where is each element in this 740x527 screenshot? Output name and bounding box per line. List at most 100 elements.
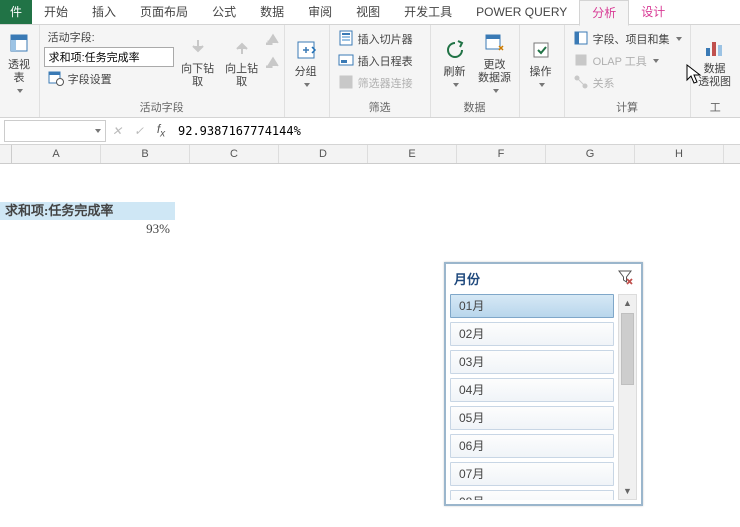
tab-developer[interactable]: 开发工具 xyxy=(392,0,464,24)
collapse-icon xyxy=(266,56,280,71)
col-header[interactable]: H xyxy=(635,145,724,163)
refresh-button[interactable]: 刷新 xyxy=(435,27,475,97)
tab-view[interactable]: 视图 xyxy=(344,0,392,24)
chevron-down-icon xyxy=(17,89,23,93)
tab-page-layout[interactable]: 页面布局 xyxy=(128,0,200,24)
slicer-item[interactable]: 07月 xyxy=(450,462,614,486)
change-data-source-button[interactable]: 更改 数据源 xyxy=(475,27,515,97)
pivot-table-label: 透视表 xyxy=(4,59,34,85)
actions-button[interactable]: 操作 xyxy=(524,27,558,97)
active-field-label: 活动字段: xyxy=(44,29,174,45)
olap-tools-button: OLAP 工具 xyxy=(569,51,686,71)
change-source-label: 更改 数据源 xyxy=(478,59,511,85)
group-tools: 工 xyxy=(695,101,736,117)
data-source-icon xyxy=(483,31,507,55)
insert-timeline-button[interactable]: 插入日程表 xyxy=(334,51,417,71)
pivot-table-icon xyxy=(7,31,31,55)
insert-timeline-label: 插入日程表 xyxy=(358,53,413,69)
col-header[interactable]: F xyxy=(457,145,546,163)
insert-slicer-label: 插入切片器 xyxy=(358,31,413,47)
scroll-thumb[interactable] xyxy=(621,313,634,385)
tab-file[interactable]: 件 xyxy=(0,0,32,24)
slicer-item[interactable]: 01月 xyxy=(450,294,614,318)
group-button[interactable]: 分组 xyxy=(289,27,323,97)
fx-icon[interactable]: fx xyxy=(150,122,172,139)
refresh-icon xyxy=(443,38,467,62)
chevron-down-icon xyxy=(676,37,682,41)
tab-home[interactable]: 开始 xyxy=(32,0,80,24)
drill-up-label: 向上钻 取 xyxy=(225,63,258,89)
arrow-down-icon xyxy=(186,35,210,59)
arrow-up-icon xyxy=(230,35,254,59)
slicer-item[interactable]: 05月 xyxy=(450,406,614,430)
tab-power-query[interactable]: POWER QUERY xyxy=(464,0,579,24)
pivot-chart-icon xyxy=(703,35,727,59)
scroll-up-icon[interactable]: ▲ xyxy=(619,295,636,311)
cell-a4[interactable]: 93% xyxy=(0,220,175,238)
olap-icon xyxy=(573,52,589,71)
slicer-item[interactable]: 08月 xyxy=(450,490,614,500)
cell-a3[interactable]: 求和项:任务完成率 xyxy=(0,202,175,220)
olap-label: OLAP 工具 xyxy=(593,53,647,69)
ribbon-tabs: 件 开始 插入 页面布局 公式 数据 审阅 视图 开发工具 POWER QUER… xyxy=(0,0,740,25)
group-data: 数据 xyxy=(435,101,515,117)
cancel-icon: ✕ xyxy=(106,124,128,138)
slicer-item[interactable]: 06月 xyxy=(450,434,614,458)
drill-down-button: 向下钻取 xyxy=(178,27,218,97)
pivot-chart-button[interactable]: 数据 透视图 xyxy=(695,27,735,97)
actions-icon xyxy=(529,38,553,62)
drill-down-label: 向下钻取 xyxy=(178,63,218,89)
pivot-table-button[interactable]: 透视表 xyxy=(4,27,34,97)
tab-analyze[interactable]: 分析 xyxy=(579,0,629,26)
field-settings-icon xyxy=(48,70,64,89)
col-header[interactable]: C xyxy=(190,145,279,163)
column-headers: A B C D E F G H xyxy=(0,145,740,164)
chevron-down-icon xyxy=(653,59,659,63)
slicer[interactable]: 月份 01月 02月 03月 04月 05月 06月 07月 08月 ▲ ▼ xyxy=(444,262,643,506)
filter-connections-button: 筛选器连接 xyxy=(334,73,417,93)
name-box[interactable] xyxy=(4,120,106,142)
clear-filter-icon[interactable] xyxy=(617,269,633,288)
tab-insert[interactable]: 插入 xyxy=(80,0,128,24)
select-all-corner[interactable] xyxy=(0,145,12,163)
enter-icon: ✓ xyxy=(128,124,150,138)
field-settings-label: 字段设置 xyxy=(68,71,112,87)
slicer-title: 月份 xyxy=(454,269,480,288)
col-header[interactable]: B xyxy=(101,145,190,163)
relationships-label: 关系 xyxy=(593,75,615,91)
tab-review[interactable]: 审阅 xyxy=(296,0,344,24)
chevron-down-icon xyxy=(304,83,310,87)
fields-items-label: 字段、项目和集 xyxy=(593,31,670,47)
slicer-header[interactable]: 月份 xyxy=(446,264,641,292)
field-settings-button[interactable]: 字段设置 xyxy=(44,69,174,89)
col-header[interactable]: E xyxy=(368,145,457,163)
expand-icon xyxy=(266,33,280,48)
pivot-chart-label: 数据 透视图 xyxy=(698,63,731,89)
active-field-input[interactable] xyxy=(44,47,174,67)
chevron-down-icon xyxy=(453,83,459,87)
group-label: 分组 xyxy=(295,66,317,79)
filter-conn-label: 筛选器连接 xyxy=(358,75,413,91)
insert-slicer-button[interactable]: 插入切片器 xyxy=(334,29,417,49)
formula-input[interactable] xyxy=(172,124,740,138)
slicer-list: 01月 02月 03月 04月 05月 06月 07月 08月 xyxy=(450,294,614,500)
slicer-item[interactable]: 02月 xyxy=(450,322,614,346)
relationships-button: 关系 xyxy=(569,73,686,93)
tab-formulas[interactable]: 公式 xyxy=(200,0,248,24)
relationships-icon xyxy=(573,74,589,93)
tab-design[interactable]: 设计 xyxy=(629,0,677,24)
scroll-down-icon[interactable]: ▼ xyxy=(619,483,636,499)
filter-conn-icon xyxy=(338,74,354,93)
slicer-scrollbar[interactable]: ▲ ▼ xyxy=(618,294,637,500)
group-filter: 筛选 xyxy=(334,101,426,117)
refresh-label: 刷新 xyxy=(444,66,466,79)
col-header[interactable]: G xyxy=(546,145,635,163)
slicer-item[interactable]: 03月 xyxy=(450,350,614,374)
fields-items-sets-button[interactable]: 字段、项目和集 xyxy=(569,29,686,49)
fields-icon xyxy=(573,30,589,49)
tab-data[interactable]: 数据 xyxy=(248,0,296,24)
col-header[interactable]: D xyxy=(279,145,368,163)
slicer-item[interactable]: 04月 xyxy=(450,378,614,402)
col-header[interactable]: A xyxy=(12,145,101,163)
drill-up-button: 向上钻 取 xyxy=(222,27,262,97)
